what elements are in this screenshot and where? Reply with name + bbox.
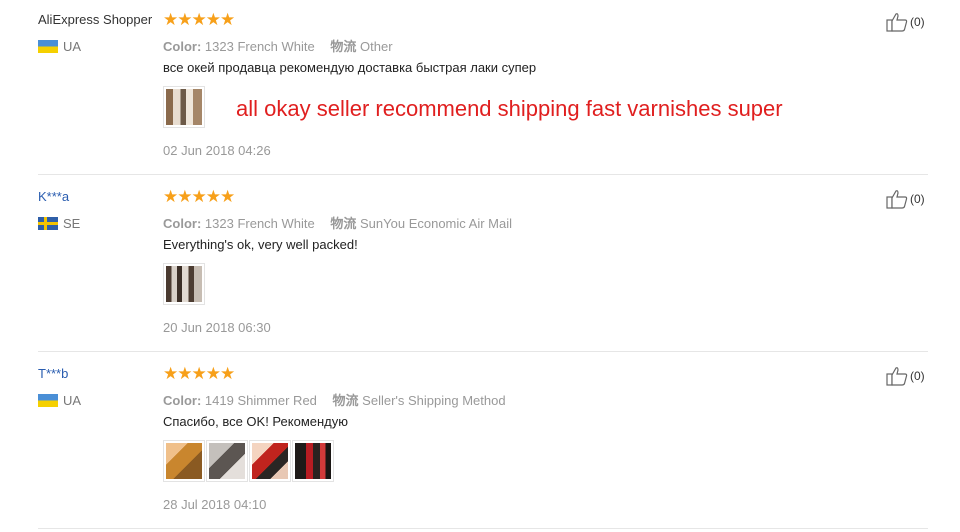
logistics-value: Seller's Shipping Method [362, 393, 506, 408]
helpful-button[interactable]: (0) [886, 189, 925, 209]
helpful-button[interactable]: (0) [886, 12, 925, 32]
ukraine-flag-icon [38, 393, 58, 407]
helpful-count: (0) [910, 15, 925, 29]
ukraine-flag-icon [38, 39, 58, 53]
order-attributes: Color: 1323 French White 物流 Other [163, 36, 393, 55]
logistics-label: 物流 [332, 393, 359, 408]
color-label: Color: [163, 393, 202, 408]
country-code: UA [63, 392, 82, 408]
review-date: 28 Jul 2018 04:10 [163, 497, 267, 512]
reviewer-name[interactable]: T***b [38, 366, 68, 381]
logistics-label: 物流 [330, 216, 357, 231]
star-rating: ★★★★★ [163, 10, 235, 29]
color-label: Color: [163, 216, 202, 231]
review-item: T***b UA ★★★★★ Color: 1419 Shimmer Red 物… [0, 354, 960, 531]
helpful-button[interactable]: (0) [886, 366, 925, 386]
review-photos [163, 263, 205, 305]
review-photo-thumbnail[interactable] [206, 440, 248, 482]
order-attributes: Color: 1419 Shimmer Red 物流 Seller's Ship… [163, 390, 506, 409]
feedback-text: Спасибо, все OK! Рекомендую [163, 414, 349, 429]
review-photo-thumbnail[interactable] [249, 440, 291, 482]
color-value: 1419 Shimmer Red [204, 393, 317, 408]
reviewer-name[interactable]: AliExpress Shopper [38, 12, 152, 27]
review-item: AliExpress Shopper UA ★★★★★ Color: 1323 … [0, 0, 960, 177]
review-photo-thumbnail[interactable] [163, 86, 205, 128]
feedback-text: все окей продавца рекомендую доставка бы… [163, 60, 537, 75]
helpful-count: (0) [910, 192, 925, 206]
reviewer-name[interactable]: K***a [38, 189, 69, 204]
star-rating: ★★★★★ [163, 364, 235, 383]
color-value: 1323 French White [204, 39, 315, 54]
review-divider [38, 174, 928, 175]
review-photo-thumbnail[interactable] [163, 440, 205, 482]
sweden-flag-icon [38, 216, 58, 230]
order-attributes: Color: 1323 French White 物流 SunYou Econo… [163, 213, 512, 232]
review-date: 20 Jun 2018 06:30 [163, 320, 271, 335]
review-photos [163, 86, 205, 128]
thumbs-up-icon [886, 190, 908, 209]
color-value: 1323 French White [204, 216, 315, 231]
logistics-value: Other [360, 39, 393, 54]
review-divider [38, 528, 928, 529]
country-code: SE [63, 215, 81, 231]
thumbs-up-icon [886, 13, 908, 32]
reviewer-country: UA [38, 38, 81, 54]
review-photo-thumbnail[interactable] [292, 440, 334, 482]
logistics-label: 物流 [330, 39, 357, 54]
reviewer-country: UA [38, 392, 81, 408]
logistics-value: SunYou Economic Air Mail [360, 216, 513, 231]
feedback-text: Everything's ok, very well packed! [163, 237, 358, 252]
helpful-count: (0) [910, 369, 925, 383]
color-label: Color: [163, 39, 202, 54]
star-rating: ★★★★★ [163, 187, 235, 206]
review-date: 02 Jun 2018 04:26 [163, 143, 271, 158]
review-item: K***a SE ★★★★★ Color: 1323 French White … [0, 177, 960, 354]
review-photo-thumbnail[interactable] [163, 263, 205, 305]
reviewer-country: SE [38, 215, 80, 231]
thumbs-up-icon [886, 367, 908, 386]
review-photos [163, 440, 334, 482]
review-divider [38, 351, 928, 352]
country-code: UA [63, 38, 82, 54]
annotation-translation: all okay seller recommend shipping fast … [236, 96, 783, 121]
